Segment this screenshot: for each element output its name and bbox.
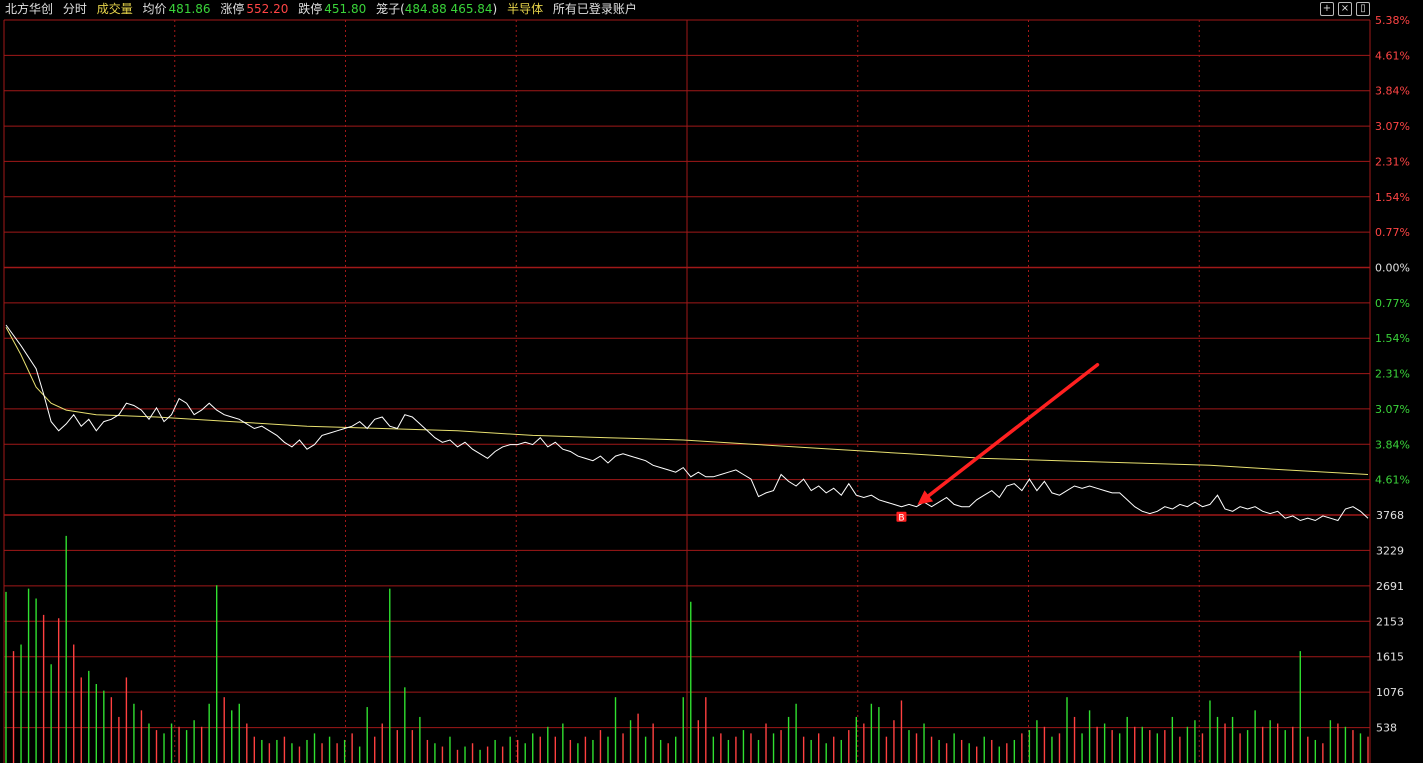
up-limit-label: 涨停 bbox=[220, 2, 245, 16]
price-axis-tick: 3.07% bbox=[1375, 403, 1410, 416]
down-limit-value: 451.80 bbox=[324, 2, 367, 16]
sector-label[interactable]: 半导体 bbox=[507, 2, 543, 16]
panel-toggle-icon[interactable]: ▯ bbox=[1356, 2, 1370, 16]
tab-timeshare[interactable]: 分时 bbox=[63, 2, 87, 16]
volume-axis-tick: 1076 bbox=[1376, 686, 1404, 699]
signal-marker-label: B bbox=[898, 514, 904, 524]
cage-close: ) bbox=[492, 2, 498, 16]
volume-axis-tick: 2691 bbox=[1376, 580, 1404, 593]
price-axis-tick: 1.54% bbox=[1375, 332, 1410, 345]
close-icon[interactable]: × bbox=[1338, 2, 1352, 16]
price-axis-tick: 4.61% bbox=[1375, 474, 1410, 487]
cage-value: 484.88 465.84 bbox=[404, 2, 493, 16]
stock-name[interactable]: 北方华创 bbox=[5, 2, 53, 16]
up-limit-value: 552.20 bbox=[246, 2, 289, 16]
price-axis-tick: 5.38% bbox=[1375, 14, 1410, 27]
down-limit-label: 跌停 bbox=[298, 2, 323, 16]
volume-axis-tick: 2153 bbox=[1376, 615, 1404, 628]
timeshare-chart[interactable]: B 5.38% 4.61% 3.84% 3.07% 2.31% 1.54% 0.77% 0.0… bbox=[0, 0, 1423, 763]
avg-price-label: 均价 bbox=[142, 2, 167, 16]
price-axis-tick: 2.31% bbox=[1375, 155, 1410, 168]
avg-price-value: 481.86 bbox=[168, 2, 211, 16]
volume-axis-tick: 538 bbox=[1376, 722, 1397, 735]
price-axis-tick: 0.00% bbox=[1375, 262, 1410, 275]
price-axis-tick: 1.54% bbox=[1375, 191, 1410, 204]
cage-label: 笼子( bbox=[376, 2, 405, 16]
price-axis-tick: 3.84% bbox=[1375, 438, 1410, 451]
volume-axis-tick: 1615 bbox=[1376, 651, 1404, 664]
price-axis-tick: 0.77% bbox=[1375, 297, 1410, 310]
price-axis-tick: 3.84% bbox=[1375, 85, 1410, 98]
volume-axis-tick: 3768 bbox=[1376, 509, 1404, 522]
accounts-label[interactable]: 所有已登录账户 bbox=[553, 2, 637, 16]
price-axis-tick: 4.61% bbox=[1375, 49, 1410, 62]
price-axis-tick: 2.31% bbox=[1375, 368, 1410, 381]
chart-header: 北方华创 分时 成交量 均价 481.86 涨停 552.20 跌停 451.80 笼… bbox=[0, 0, 1305, 18]
zoom-in-icon[interactable]: + bbox=[1320, 2, 1334, 16]
price-axis-tick: 0.77% bbox=[1375, 226, 1410, 239]
chart-background bbox=[0, 0, 1423, 763]
tab-volume[interactable]: 成交量 bbox=[97, 2, 133, 16]
volume-axis-tick: 3229 bbox=[1376, 544, 1404, 557]
price-axis-tick: 3.07% bbox=[1375, 120, 1410, 133]
